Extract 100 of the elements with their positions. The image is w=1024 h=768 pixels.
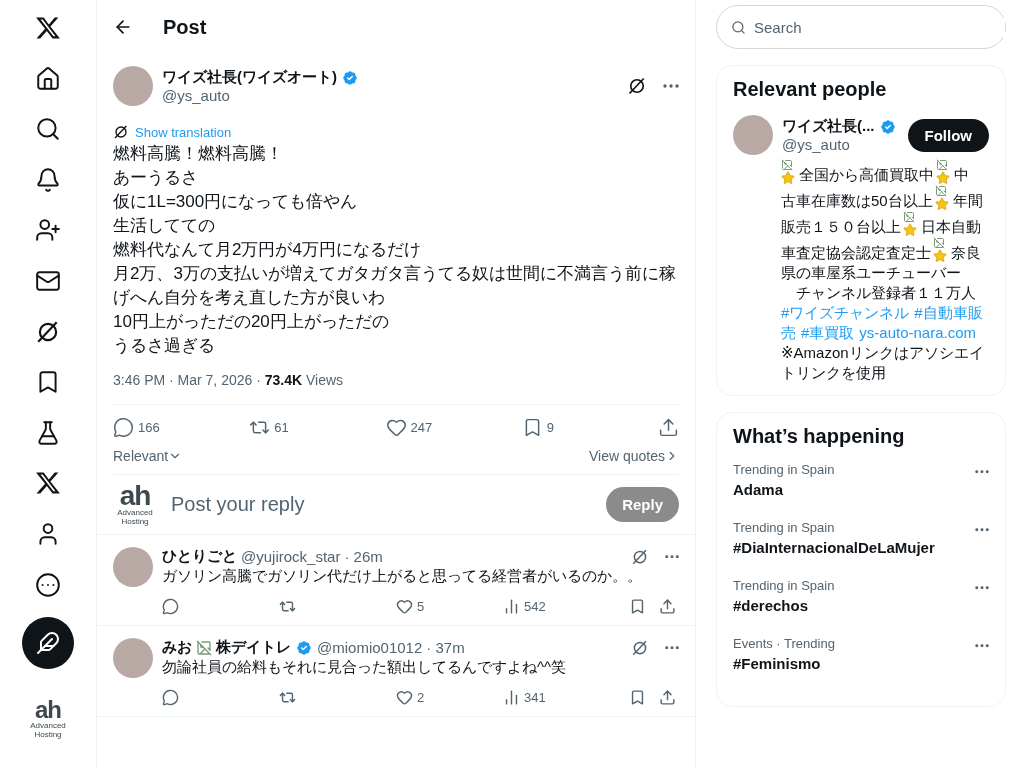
bio-text: 奈良: [951, 243, 981, 263]
more-button[interactable]: [975, 586, 989, 590]
bio-text: 車査定協会認定査定士: [781, 243, 931, 263]
broken-image-star-icon: [934, 185, 951, 211]
reply-author-name: 株デイトレ: [216, 638, 291, 658]
x-logo-icon: [35, 470, 61, 497]
share-stat[interactable]: [658, 417, 679, 438]
view-count: 341: [524, 690, 546, 706]
stat-count: 9: [546, 420, 554, 435]
page-title: Post: [163, 15, 207, 39]
more-button[interactable]: [975, 470, 989, 474]
like-action[interactable]: 2: [396, 689, 503, 707]
bio-text: 県の車屋系ユーチューバー: [781, 263, 961, 283]
grok-button[interactable]: [631, 547, 649, 566]
more-button[interactable]: [975, 528, 989, 532]
bio-text: 全国から高価買取中: [799, 165, 934, 185]
logo-text: ah: [35, 699, 61, 721]
follow-button[interactable]: Follow: [907, 118, 989, 152]
heart-icon: [396, 689, 413, 707]
avatar-placeholder: [733, 115, 773, 155]
person-name: ワイズ社長(...: [782, 117, 875, 136]
broken-image-star-icon: [903, 211, 919, 237]
stat-count: 166: [138, 420, 160, 435]
broken-image-star-icon: [781, 159, 797, 185]
author-handle: @ys_auto: [162, 87, 231, 104]
reply-author-name: ひとりごと: [162, 547, 237, 567]
more-button[interactable]: [665, 554, 679, 559]
card-title: Relevant people: [733, 78, 888, 101]
bio-text: 中: [954, 165, 969, 185]
trend-topic[interactable]: #Feminismo: [733, 655, 835, 672]
reply-stat[interactable]: 166: [113, 417, 173, 438]
post-text-line: 仮に1L=300円になっても倍やん: [113, 191, 359, 213]
grok-button[interactable]: [627, 76, 647, 96]
repost-stat[interactable]: 61: [249, 417, 310, 438]
card-title: What’s happening: [733, 425, 906, 448]
more-icon: [975, 586, 989, 590]
view-quotes-link[interactable]: View quotes: [589, 448, 679, 464]
more-button[interactable]: [665, 645, 679, 650]
more-icon: [975, 644, 989, 648]
bio-text: ※Amazonリンクはアソシエイ: [781, 343, 984, 363]
bar-chart-icon: [503, 689, 520, 707]
more-icon: [975, 528, 989, 532]
more-icon: [975, 470, 989, 474]
compose-button[interactable]: [22, 617, 74, 670]
broken-image-icon: [196, 639, 212, 656]
author-name: ワイズ社長(ワイズオート): [162, 68, 337, 87]
share-icon: [658, 417, 679, 438]
trend-topic[interactable]: #DiaInternacionalDeLaMujer: [733, 539, 935, 556]
logo-caption: Advanced Hosting: [29, 720, 67, 739]
broken-image-star-icon: [936, 159, 952, 185]
trend-topic[interactable]: Adama: [733, 481, 835, 498]
slashed-circle-icon: [627, 76, 647, 96]
trend-topic[interactable]: #derechos: [733, 597, 835, 614]
grok-button[interactable]: [631, 638, 649, 657]
bio-text: 販売１５０台以上: [781, 217, 901, 237]
bio-text: チャンネル登録者１１万人: [795, 283, 976, 303]
avatar-placeholder: [113, 638, 153, 679]
x-logo-icon: [35, 15, 61, 41]
heart-icon: [396, 598, 413, 616]
bookmark-icon: [629, 598, 646, 616]
heart-icon: [385, 417, 407, 438]
sort-dropdown[interactable]: Relevant: [113, 448, 183, 464]
search-icon: [731, 19, 746, 35]
stat-count: 247: [410, 420, 433, 435]
logo-text: ah: [119, 483, 151, 509]
more-button[interactable]: [663, 84, 679, 88]
more-icon: [665, 554, 679, 559]
views-action[interactable]: 542: [503, 598, 629, 616]
like-action[interactable]: 5: [396, 598, 503, 616]
search-icon: [35, 116, 61, 143]
post-text-line: うるさ過ぎる: [113, 335, 216, 357]
stat-count: 61: [274, 420, 289, 435]
like-stat[interactable]: 247: [385, 417, 446, 438]
trend-context: Trending in Spain: [733, 520, 836, 535]
avatar-placeholder: [113, 66, 153, 106]
slashed-circle-icon: [113, 124, 129, 140]
bell-icon: [35, 166, 61, 193]
share-icon: [659, 598, 676, 616]
like-count: 5: [417, 599, 425, 615]
more-button[interactable]: [975, 644, 989, 648]
more-icon: [663, 84, 679, 88]
post-text-line: 燃料高騰！燃料高騰！: [113, 143, 284, 165]
bio-text: 年間: [952, 191, 983, 211]
bio-text: トリンクを使用: [781, 363, 886, 383]
reply-handle: @yujirock_star: [241, 548, 341, 566]
more-icon: [665, 645, 679, 650]
more-icon: [35, 571, 61, 598]
home-icon: [35, 65, 61, 92]
post-meta: 3:46 PM · Mar 7, 2026 · 73.4K Views: [113, 372, 679, 405]
trend-context: Trending in Spain: [733, 578, 835, 593]
view-count: 542: [524, 599, 546, 615]
like-count: 2: [417, 690, 425, 706]
bookmark-stat[interactable]: 9: [521, 417, 582, 438]
views-action[interactable]: 341: [503, 689, 629, 707]
bar-chart-icon: [503, 598, 520, 616]
flask-icon: [35, 419, 61, 446]
logo-caption: Advanced Hosting: [116, 508, 154, 527]
reply-time: · 37m: [426, 639, 466, 657]
post-text-line: あーうるさ: [113, 167, 199, 189]
person-handle: @ys_auto: [782, 136, 851, 153]
